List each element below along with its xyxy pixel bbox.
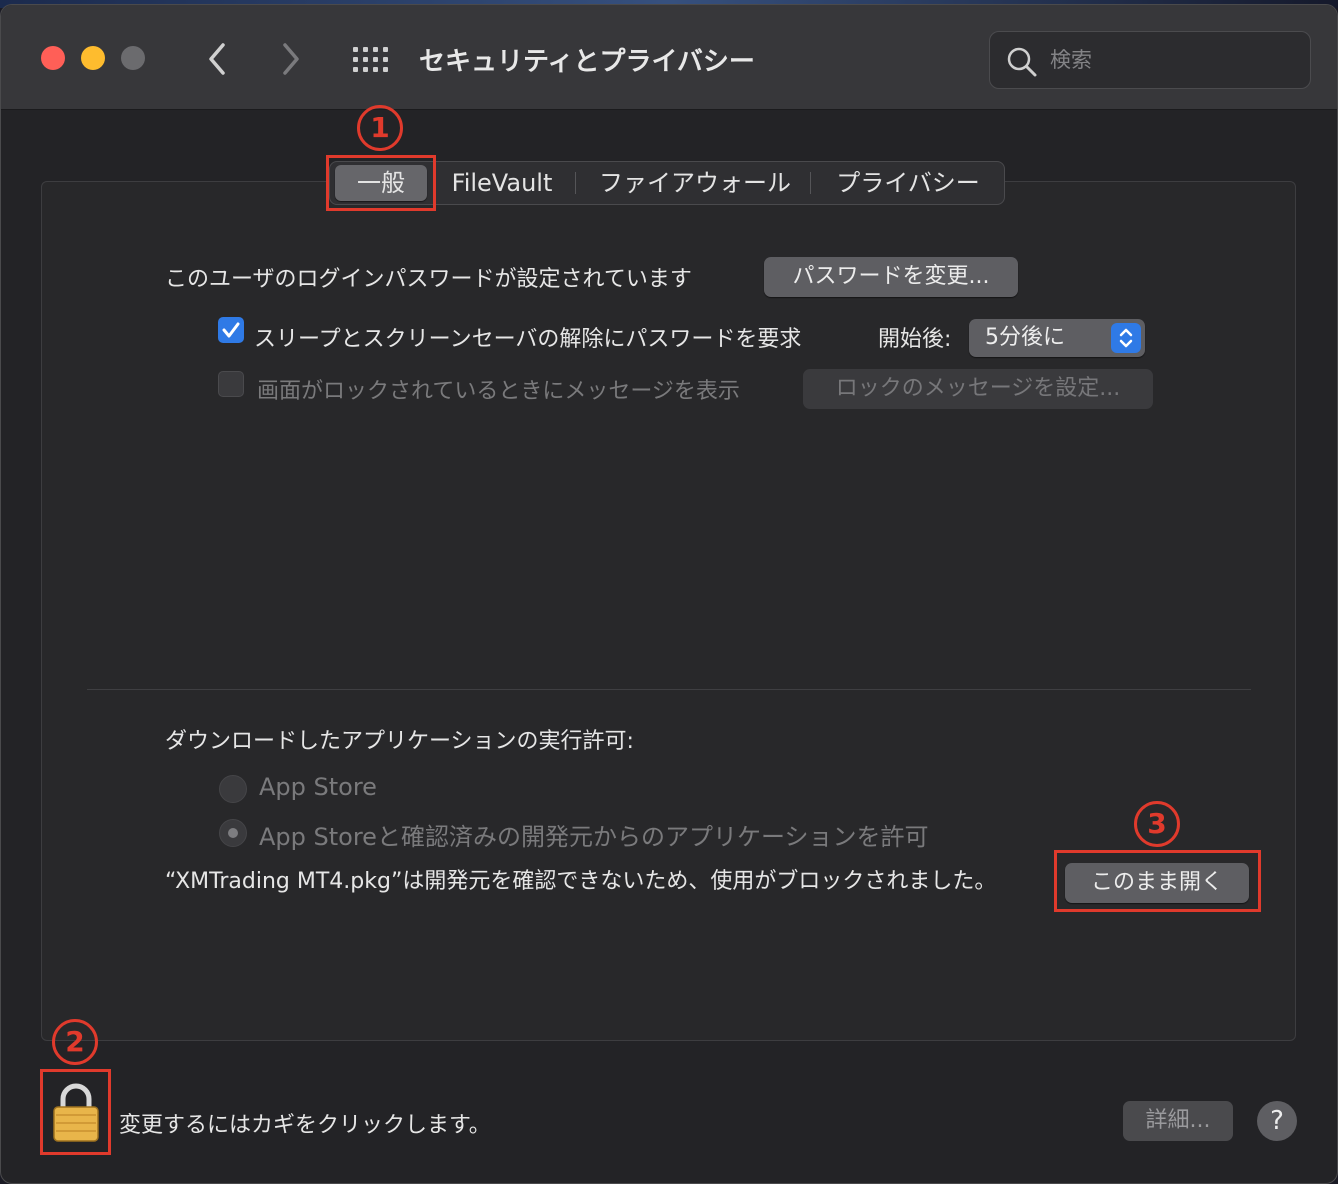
show-lock-message-checkbox[interactable] [218, 371, 244, 397]
login-password-label: このユーザのログインパスワードが設定されています [165, 267, 692, 292]
tab-separator [810, 172, 811, 194]
delay-label: 開始後: [878, 327, 952, 352]
chevron-right-icon [283, 43, 299, 75]
search-icon [1007, 47, 1037, 77]
forward-button[interactable] [271, 37, 311, 81]
tab-separator [575, 172, 576, 194]
set-lock-message-button[interactable]: ロックのメッセージを設定... [803, 369, 1153, 409]
help-button[interactable]: ? [1257, 1101, 1297, 1141]
require-password-label: スリープとスクリーンセーバの解除にパスワードを要求 [254, 327, 802, 352]
radio-app-store[interactable] [219, 775, 247, 803]
close-button[interactable] [41, 46, 65, 70]
delay-popup[interactable]: 5分後に [969, 319, 1145, 357]
annotation-number-2: 2 [52, 1019, 98, 1065]
tab-filevault[interactable]: FileVault [436, 162, 568, 204]
lock-label: 変更するにはカギをクリックします。 [119, 1113, 491, 1138]
zoom-button[interactable] [121, 46, 145, 70]
radio-identified-developers-label: App Storeと確認済みの開発元からのアプリケーションを許可 [259, 823, 929, 851]
change-password-button[interactable]: パスワードを変更... [764, 257, 1018, 297]
search-field[interactable] [989, 31, 1311, 89]
advanced-button[interactable]: 詳細... [1123, 1101, 1233, 1141]
show-all-button[interactable] [353, 47, 391, 75]
downloads-heading: ダウンロードしたアプリケーションの実行許可: [165, 729, 634, 754]
annotation-box-open-anyway [1054, 850, 1261, 912]
radio-app-store-label: App Store [259, 773, 377, 801]
tab-privacy[interactable]: プライバシー [820, 162, 996, 204]
back-button[interactable] [197, 37, 237, 81]
radio-identified-developers[interactable] [219, 819, 247, 847]
preferences-window: セキュリティとプライバシー 一般 FileVault ファイアウォール プライバ… [0, 4, 1338, 1184]
show-lock-message-label: 画面がロックされているときにメッセージを表示 [257, 379, 740, 404]
search-input[interactable] [1050, 44, 1290, 76]
window-title: セキュリティとプライバシー [419, 47, 755, 77]
delay-value: 5分後に [985, 325, 1065, 350]
radio-selected-dot [228, 828, 238, 838]
annotation-number-3: 3 [1134, 801, 1180, 847]
content-group-box [41, 181, 1296, 1041]
annotation-box-general-tab [326, 155, 436, 211]
blocked-app-message: “XMTrading MT4.pkg”は開発元を確認できないため、使用がブロック… [165, 869, 997, 894]
require-password-checkbox[interactable] [218, 317, 244, 343]
checkmark-icon [222, 322, 240, 338]
minimize-button[interactable] [81, 46, 105, 70]
section-divider [87, 689, 1251, 690]
grid-icon [353, 47, 391, 75]
annotation-number-1: 1 [357, 105, 403, 151]
annotation-box-lock [40, 1069, 111, 1155]
popup-arrows-icon [1111, 323, 1141, 353]
tab-firewall[interactable]: ファイアウォール [584, 162, 806, 204]
title-bar: セキュリティとプライバシー [1, 5, 1337, 110]
chevron-left-icon [209, 43, 225, 75]
